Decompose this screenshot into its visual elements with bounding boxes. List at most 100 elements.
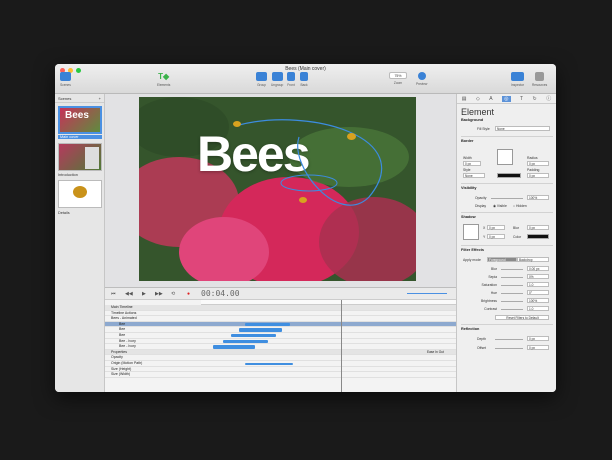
add-scene-button[interactable]: + [99, 96, 101, 101]
scene-label-details[interactable]: Details [58, 211, 70, 215]
visible-radio[interactable]: ◉ Visible [493, 204, 507, 208]
radius-field[interactable]: 0 px [527, 161, 549, 166]
scenes-icon [60, 72, 71, 81]
preview-button[interactable]: Preview [416, 72, 427, 86]
element-tab-icon[interactable]: ◎ [502, 95, 511, 102]
contrast-slider[interactable] [501, 309, 523, 310]
scene-thumb-title: Bees [65, 110, 89, 121]
border-style-select[interactable]: None [463, 173, 485, 178]
scene-canvas[interactable]: Bees [139, 97, 416, 281]
bee-image [73, 186, 87, 198]
sepia-slider[interactable] [501, 277, 523, 278]
motion-path[interactable] [139, 97, 416, 281]
scene-thumb-details[interactable] [58, 180, 102, 208]
front-label: Front [287, 83, 295, 87]
border-color-well[interactable] [497, 173, 521, 178]
blur-slider[interactable] [501, 269, 523, 270]
border-width-field[interactable]: 0 px [463, 161, 481, 166]
back-button[interactable]: Back [300, 72, 308, 87]
foreground-mode-button[interactable]: Foreground [487, 257, 517, 262]
loop-icon[interactable]: ⟲ [171, 291, 175, 297]
hidden-radio[interactable]: ○ Hidden [513, 204, 527, 208]
playhead[interactable] [341, 300, 342, 392]
document-tab-icon[interactable]: ▤ [462, 96, 467, 102]
shadow-color-well[interactable] [527, 234, 549, 239]
scene-thumb-introduction[interactable] [58, 143, 102, 171]
bee-icon[interactable] [299, 197, 307, 203]
scene-label-introduction[interactable]: Introduction [58, 173, 78, 177]
shadow-blur-field[interactable]: 0 px [527, 225, 549, 230]
resources-label: Resources [532, 83, 548, 87]
divider [461, 183, 553, 184]
back-label: Back [300, 83, 308, 87]
metrics-tab-icon[interactable]: A [489, 96, 492, 102]
play-icon[interactable]: ▶ [142, 291, 146, 297]
contrast-field[interactable]: 1.0 [527, 306, 549, 311]
saturation-slider[interactable] [501, 285, 523, 286]
resources-button[interactable]: Resources [532, 72, 547, 87]
info-tab-icon[interactable]: ⓘ [546, 95, 551, 102]
sepia-field[interactable]: 0% [527, 274, 549, 279]
hidden-label: Hidden [516, 204, 527, 208]
padding-field[interactable]: 0 px [527, 173, 549, 178]
timeline-row[interactable]: Size (Width) [105, 372, 456, 378]
shadow-offset-widget[interactable] [463, 224, 479, 240]
sepia-label: Sepia [488, 275, 497, 279]
ungroup-button[interactable]: Ungroup [271, 72, 283, 87]
bee-icon[interactable] [347, 133, 356, 140]
brightness-slider[interactable] [501, 301, 523, 302]
scenes-toggle-button[interactable]: Scenes [60, 72, 71, 87]
border-sides-widget[interactable] [497, 149, 513, 165]
scene-tab-icon[interactable]: ◇ [476, 96, 480, 102]
inspector-label: Inspector [511, 83, 525, 87]
record-icon[interactable]: ● [187, 291, 190, 297]
timeline-zoom-slider[interactable] [407, 293, 447, 294]
opacity-field[interactable]: 100% [527, 195, 549, 200]
fill-style-select[interactable]: None [495, 126, 550, 131]
divider [461, 212, 553, 213]
depth-field[interactable]: 0 px [527, 336, 549, 341]
front-button[interactable]: Front [287, 72, 295, 87]
keyframe-bar[interactable] [245, 363, 293, 365]
inspector-button[interactable]: Inspector [511, 72, 524, 87]
saturation-field[interactable]: 1.0 [527, 282, 549, 287]
shadow-y-field[interactable]: 0 px [487, 234, 505, 239]
hue-field[interactable]: 0° [527, 290, 549, 295]
timeline-controls: ⏮ ◀◀ ▶ ▶▶ ⟲ ● 00:04.00 [105, 288, 456, 300]
bee-icon[interactable] [233, 121, 241, 127]
backdrop-mode-button[interactable]: Backdrop [517, 257, 549, 262]
fill-style-label: Fill Style [477, 127, 490, 131]
reset-filters-button[interactable]: Reset Filters to Default [495, 315, 549, 320]
brightness-field[interactable]: 100% [527, 298, 549, 303]
keyframe-bar[interactable] [223, 339, 268, 344]
keyframe-bar[interactable] [239, 328, 282, 332]
keyframe-bar[interactable] [213, 345, 255, 349]
step-back-icon[interactable]: ◀◀ [125, 291, 133, 297]
elements-icon: T◆ [158, 72, 170, 81]
step-forward-icon[interactable]: ▶▶ [155, 291, 163, 297]
scene-label-main-cover[interactable]: Main cover [58, 135, 102, 139]
offset-slider[interactable] [495, 348, 523, 349]
opacity-slider[interactable] [491, 198, 523, 199]
zoom-value[interactable]: 75% [389, 72, 407, 79]
keyframe-bar[interactable] [245, 322, 290, 327]
radius-label: Radius [527, 156, 538, 160]
go-start-icon[interactable]: ⏮ [111, 291, 116, 297]
group-button[interactable]: Group [256, 72, 267, 87]
inspector-panel: ▤ ◇ A ◎ T ↻ ⓘ Element Background Fill St… [456, 94, 556, 392]
offset-field[interactable]: 0 px [527, 345, 549, 350]
section-filter-effects: Filter Effects [461, 248, 484, 252]
depth-slider[interactable] [495, 339, 523, 340]
preview-icon [417, 72, 426, 80]
zoom-control[interactable]: 75% Zoom [389, 72, 407, 85]
timecode[interactable]: 00:04.00 [201, 289, 240, 298]
brightness-label: Brightness [480, 299, 497, 303]
elements-button[interactable]: T◆ Elements [157, 72, 170, 87]
keyframe-bar[interactable] [231, 334, 276, 338]
actions-tab-icon[interactable]: ↻ [533, 96, 537, 102]
hue-slider[interactable] [501, 293, 523, 294]
blur-field[interactable]: 0.00 px [527, 266, 549, 271]
shadow-x-field[interactable]: 0 px [487, 225, 505, 230]
text-tab-icon[interactable]: T [520, 96, 523, 102]
scene-thumb-main-cover[interactable]: Bees [58, 106, 102, 134]
